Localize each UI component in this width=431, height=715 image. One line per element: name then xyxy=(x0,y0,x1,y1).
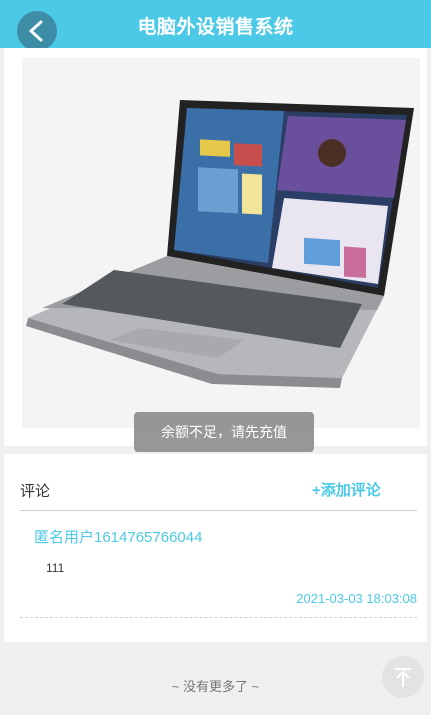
page-title: 电脑外设销售系统 xyxy=(137,17,294,38)
no-more-text: ~ 没有更多了 ~ xyxy=(171,679,260,694)
comments-title: 评论 xyxy=(20,483,51,500)
comments-section: 评论 +添加评论 匿名用户1614765766044 111 2021-03-0… xyxy=(4,454,427,642)
comment-username: 匿名用户1614765766044 xyxy=(34,529,203,546)
product-image xyxy=(22,58,420,428)
back-to-top-button[interactable] xyxy=(382,656,424,698)
product-card: 余额不足，请先充值 xyxy=(4,48,427,452)
divider xyxy=(20,510,417,511)
add-comment-button[interactable]: +添加评论 xyxy=(312,479,381,500)
app-header: 电脑外设销售系统 xyxy=(0,0,431,51)
comment-divider xyxy=(20,617,417,618)
comment-timestamp: 2021-03-03 18:03:08 xyxy=(296,591,417,606)
laptop-illustration xyxy=(22,58,420,428)
comment-text: 111 xyxy=(46,561,65,575)
toast-message: 余额不足，请先充值 xyxy=(134,412,314,452)
arrow-up-icon xyxy=(395,668,411,687)
